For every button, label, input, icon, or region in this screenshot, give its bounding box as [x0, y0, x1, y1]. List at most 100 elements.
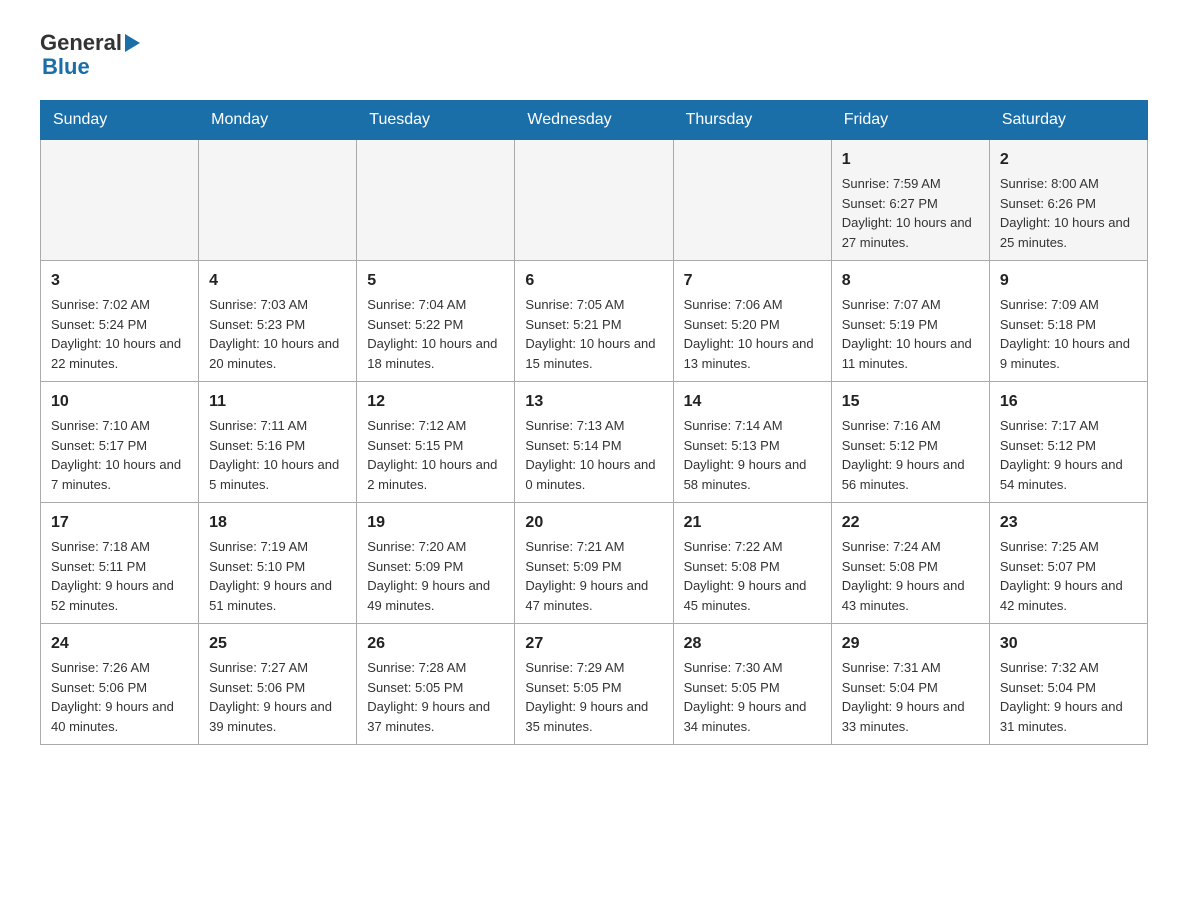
logo-blue-text: Blue [42, 54, 90, 79]
day-number: 5 [367, 269, 504, 293]
day-info: Sunrise: 7:11 AMSunset: 5:16 PMDaylight:… [209, 416, 346, 494]
day-number: 10 [51, 390, 188, 414]
day-info: Sunrise: 7:03 AMSunset: 5:23 PMDaylight:… [209, 295, 346, 373]
day-number: 6 [525, 269, 662, 293]
day-info: Sunrise: 7:16 AMSunset: 5:12 PMDaylight:… [842, 416, 979, 494]
calendar-cell: 23Sunrise: 7:25 AMSunset: 5:07 PMDayligh… [989, 503, 1147, 624]
weekday-header-friday: Friday [831, 101, 989, 140]
calendar-cell: 29Sunrise: 7:31 AMSunset: 5:04 PMDayligh… [831, 624, 989, 745]
calendar-cell: 12Sunrise: 7:12 AMSunset: 5:15 PMDayligh… [357, 382, 515, 503]
day-info: Sunrise: 7:19 AMSunset: 5:10 PMDaylight:… [209, 537, 346, 615]
calendar-cell: 3Sunrise: 7:02 AMSunset: 5:24 PMDaylight… [41, 261, 199, 382]
day-info: Sunrise: 7:31 AMSunset: 5:04 PMDaylight:… [842, 658, 979, 736]
page-header: General Blue [40, 30, 1148, 80]
calendar-cell: 19Sunrise: 7:20 AMSunset: 5:09 PMDayligh… [357, 503, 515, 624]
logo-arrow-icon [125, 34, 140, 52]
calendar-week-row: 1Sunrise: 7:59 AMSunset: 6:27 PMDaylight… [41, 140, 1148, 261]
calendar-cell: 27Sunrise: 7:29 AMSunset: 5:05 PMDayligh… [515, 624, 673, 745]
day-info: Sunrise: 8:00 AMSunset: 6:26 PMDaylight:… [1000, 174, 1137, 252]
day-info: Sunrise: 7:07 AMSunset: 5:19 PMDaylight:… [842, 295, 979, 373]
day-info: Sunrise: 7:26 AMSunset: 5:06 PMDaylight:… [51, 658, 188, 736]
day-number: 21 [684, 511, 821, 535]
day-number: 9 [1000, 269, 1137, 293]
calendar-cell: 2Sunrise: 8:00 AMSunset: 6:26 PMDaylight… [989, 140, 1147, 261]
calendar-week-row: 3Sunrise: 7:02 AMSunset: 5:24 PMDaylight… [41, 261, 1148, 382]
day-info: Sunrise: 7:30 AMSunset: 5:05 PMDaylight:… [684, 658, 821, 736]
calendar-cell: 21Sunrise: 7:22 AMSunset: 5:08 PMDayligh… [673, 503, 831, 624]
day-number: 18 [209, 511, 346, 535]
day-info: Sunrise: 7:10 AMSunset: 5:17 PMDaylight:… [51, 416, 188, 494]
calendar-cell [515, 140, 673, 261]
calendar-week-row: 10Sunrise: 7:10 AMSunset: 5:17 PMDayligh… [41, 382, 1148, 503]
day-number: 4 [209, 269, 346, 293]
calendar-table: SundayMondayTuesdayWednesdayThursdayFrid… [40, 100, 1148, 745]
calendar-cell: 17Sunrise: 7:18 AMSunset: 5:11 PMDayligh… [41, 503, 199, 624]
calendar-cell [357, 140, 515, 261]
day-info: Sunrise: 7:02 AMSunset: 5:24 PMDaylight:… [51, 295, 188, 373]
day-number: 26 [367, 632, 504, 656]
day-number: 24 [51, 632, 188, 656]
weekday-header-monday: Monday [199, 101, 357, 140]
calendar-week-row: 24Sunrise: 7:26 AMSunset: 5:06 PMDayligh… [41, 624, 1148, 745]
calendar-cell: 1Sunrise: 7:59 AMSunset: 6:27 PMDaylight… [831, 140, 989, 261]
calendar-cell: 11Sunrise: 7:11 AMSunset: 5:16 PMDayligh… [199, 382, 357, 503]
day-number: 30 [1000, 632, 1137, 656]
day-number: 13 [525, 390, 662, 414]
calendar-cell: 6Sunrise: 7:05 AMSunset: 5:21 PMDaylight… [515, 261, 673, 382]
day-number: 12 [367, 390, 504, 414]
calendar-cell [673, 140, 831, 261]
day-info: Sunrise: 7:29 AMSunset: 5:05 PMDaylight:… [525, 658, 662, 736]
weekday-header-wednesday: Wednesday [515, 101, 673, 140]
day-number: 17 [51, 511, 188, 535]
calendar-cell [41, 140, 199, 261]
day-info: Sunrise: 7:13 AMSunset: 5:14 PMDaylight:… [525, 416, 662, 494]
day-number: 11 [209, 390, 346, 414]
day-number: 8 [842, 269, 979, 293]
day-number: 20 [525, 511, 662, 535]
logo-general-text: General [40, 30, 122, 56]
calendar-cell: 7Sunrise: 7:06 AMSunset: 5:20 PMDaylight… [673, 261, 831, 382]
day-number: 3 [51, 269, 188, 293]
weekday-header-sunday: Sunday [41, 101, 199, 140]
calendar-cell: 24Sunrise: 7:26 AMSunset: 5:06 PMDayligh… [41, 624, 199, 745]
day-info: Sunrise: 7:06 AMSunset: 5:20 PMDaylight:… [684, 295, 821, 373]
calendar-cell: 4Sunrise: 7:03 AMSunset: 5:23 PMDaylight… [199, 261, 357, 382]
weekday-header-tuesday: Tuesday [357, 101, 515, 140]
day-info: Sunrise: 7:09 AMSunset: 5:18 PMDaylight:… [1000, 295, 1137, 373]
day-info: Sunrise: 7:14 AMSunset: 5:13 PMDaylight:… [684, 416, 821, 494]
day-info: Sunrise: 7:22 AMSunset: 5:08 PMDaylight:… [684, 537, 821, 615]
day-number: 2 [1000, 148, 1137, 172]
day-number: 7 [684, 269, 821, 293]
calendar-cell: 14Sunrise: 7:14 AMSunset: 5:13 PMDayligh… [673, 382, 831, 503]
weekday-header-row: SundayMondayTuesdayWednesdayThursdayFrid… [41, 101, 1148, 140]
day-info: Sunrise: 7:20 AMSunset: 5:09 PMDaylight:… [367, 537, 504, 615]
day-number: 22 [842, 511, 979, 535]
day-info: Sunrise: 7:25 AMSunset: 5:07 PMDaylight:… [1000, 537, 1137, 615]
day-info: Sunrise: 7:32 AMSunset: 5:04 PMDaylight:… [1000, 658, 1137, 736]
day-info: Sunrise: 7:59 AMSunset: 6:27 PMDaylight:… [842, 174, 979, 252]
calendar-cell: 10Sunrise: 7:10 AMSunset: 5:17 PMDayligh… [41, 382, 199, 503]
calendar-cell: 26Sunrise: 7:28 AMSunset: 5:05 PMDayligh… [357, 624, 515, 745]
calendar-cell: 8Sunrise: 7:07 AMSunset: 5:19 PMDaylight… [831, 261, 989, 382]
weekday-header-thursday: Thursday [673, 101, 831, 140]
day-info: Sunrise: 7:17 AMSunset: 5:12 PMDaylight:… [1000, 416, 1137, 494]
logo: General Blue [40, 30, 141, 80]
calendar-cell: 18Sunrise: 7:19 AMSunset: 5:10 PMDayligh… [199, 503, 357, 624]
calendar-cell: 13Sunrise: 7:13 AMSunset: 5:14 PMDayligh… [515, 382, 673, 503]
day-number: 16 [1000, 390, 1137, 414]
day-info: Sunrise: 7:18 AMSunset: 5:11 PMDaylight:… [51, 537, 188, 615]
day-number: 23 [1000, 511, 1137, 535]
day-info: Sunrise: 7:27 AMSunset: 5:06 PMDaylight:… [209, 658, 346, 736]
day-number: 28 [684, 632, 821, 656]
day-info: Sunrise: 7:05 AMSunset: 5:21 PMDaylight:… [525, 295, 662, 373]
calendar-cell: 15Sunrise: 7:16 AMSunset: 5:12 PMDayligh… [831, 382, 989, 503]
calendar-cell: 28Sunrise: 7:30 AMSunset: 5:05 PMDayligh… [673, 624, 831, 745]
day-number: 19 [367, 511, 504, 535]
day-info: Sunrise: 7:12 AMSunset: 5:15 PMDaylight:… [367, 416, 504, 494]
day-info: Sunrise: 7:24 AMSunset: 5:08 PMDaylight:… [842, 537, 979, 615]
calendar-cell: 25Sunrise: 7:27 AMSunset: 5:06 PMDayligh… [199, 624, 357, 745]
calendar-cell: 9Sunrise: 7:09 AMSunset: 5:18 PMDaylight… [989, 261, 1147, 382]
weekday-header-saturday: Saturday [989, 101, 1147, 140]
day-info: Sunrise: 7:28 AMSunset: 5:05 PMDaylight:… [367, 658, 504, 736]
day-number: 1 [842, 148, 979, 172]
